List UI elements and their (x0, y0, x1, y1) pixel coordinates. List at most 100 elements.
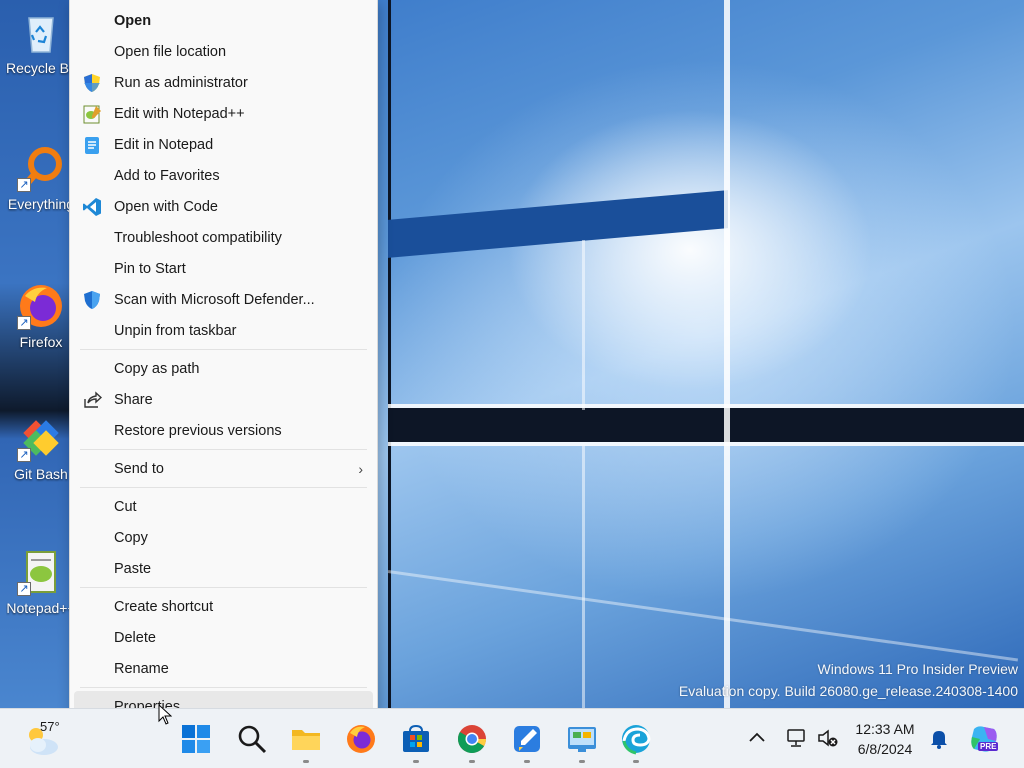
shortcut-arrow-icon: ↗ (17, 582, 31, 596)
mouse-pointer-icon (158, 704, 172, 725)
running-indicator (633, 760, 639, 763)
menu-item-pin-to-start[interactable]: Pin to Start (70, 253, 377, 284)
file-explorer-button[interactable] (290, 723, 322, 763)
menu-separator (80, 349, 367, 350)
running-indicator (303, 760, 309, 763)
desktop-icon-label: Everything (7, 196, 75, 212)
control-panel-icon (568, 727, 596, 752)
control-panel-button[interactable] (566, 723, 598, 763)
firefox-button[interactable] (345, 723, 377, 755)
desktop-icon-label: Firefox (19, 334, 63, 350)
volume-button[interactable] (817, 727, 839, 749)
menu-item-label: Scan with Microsoft Defender... (114, 291, 315, 308)
taskbar: 57° 12:33 AM 6/8/2024 PRE (0, 708, 1024, 768)
menu-item-label: Copy (114, 529, 148, 546)
network-icon (787, 729, 805, 747)
notepad-icon (82, 135, 102, 155)
recycle-bin-icon (17, 8, 65, 56)
edge-button[interactable] (620, 723, 652, 763)
copilot-button[interactable]: PRE (968, 723, 1000, 755)
menu-item-run-as-admin[interactable]: Run as administrator (70, 67, 377, 98)
running-indicator (469, 760, 475, 763)
firefox-icon (347, 725, 375, 753)
menu-item-copy-as-path[interactable]: Copy as path (70, 353, 377, 384)
taskbar-clock[interactable]: 12:33 AM 6/8/2024 (850, 719, 920, 759)
menu-item-delete[interactable]: Delete (70, 622, 377, 653)
everything-search-icon: ↗ (17, 144, 65, 192)
menu-item-share[interactable]: Share (70, 384, 377, 415)
desktop-icon-label: Git Bash (14, 466, 68, 482)
menu-item-rename[interactable]: Rename (70, 653, 377, 684)
clock-time: 12:33 AM (855, 721, 915, 737)
search-button[interactable] (236, 723, 268, 755)
menu-item-label: Add to Favorites (114, 167, 220, 184)
menu-item-label: Share (114, 391, 153, 408)
menu-item-edit-notepad[interactable]: Edit in Notepad (70, 129, 377, 160)
menu-item-copy[interactable]: Copy (70, 522, 377, 553)
menu-item-create-shortcut[interactable]: Create shortcut (70, 591, 377, 622)
paint-button[interactable] (511, 723, 543, 763)
clock-date: 6/8/2024 (857, 741, 913, 757)
menu-item-label: Paste (114, 560, 152, 577)
menu-item-label: Copy as path (114, 360, 200, 377)
running-indicator (413, 760, 419, 763)
wallpaper-window (387, 0, 1024, 708)
desktop-icon-firefox[interactable]: ↗ Firefox (6, 282, 76, 350)
menu-item-open-with-code[interactable]: Open with Code (70, 191, 377, 222)
menu-item-label: Edit in Notepad (114, 136, 214, 153)
store-icon (403, 724, 429, 752)
menu-item-label: Rename (114, 660, 169, 677)
menu-item-troubleshoot[interactable]: Troubleshoot compatibility (70, 222, 377, 253)
chevron-up-icon (749, 732, 765, 742)
menu-item-label: Send to (114, 460, 164, 477)
menu-item-label: Open with Code (114, 198, 218, 215)
menu-item-paste[interactable]: Paste (70, 553, 377, 584)
menu-item-label: Pin to Start (114, 260, 186, 277)
copilot-preview-badge: PRE (978, 742, 999, 751)
windows-logo-icon (182, 725, 210, 753)
chrome-icon (458, 725, 486, 753)
start-button[interactable] (180, 723, 212, 755)
desktop-icon-recycle-bin[interactable]: Recycle Bin (6, 8, 76, 76)
desktop-icon-label: Recycle Bin (6, 60, 76, 76)
menu-item-cut[interactable]: Cut (70, 491, 377, 522)
menu-item-label: Open (114, 12, 152, 29)
desktop-icon-everything[interactable]: ↗ Everything (6, 144, 76, 212)
menu-item-open[interactable]: Open (70, 5, 377, 36)
chrome-button[interactable] (456, 723, 488, 763)
menu-separator (80, 687, 367, 688)
show-hidden-icons-button[interactable] (746, 727, 768, 749)
notification-button[interactable] (928, 727, 950, 749)
menu-item-restore-versions[interactable]: Restore previous versions (70, 415, 377, 446)
share-icon (82, 390, 103, 410)
menu-item-label: Open file location (114, 43, 227, 60)
menu-separator (80, 587, 367, 588)
edge-icon (622, 725, 651, 755)
context-menu: Open Open file location Run as administr… (69, 0, 378, 728)
desktop-icon-git-bash[interactable]: ↗ Git Bash (6, 414, 76, 482)
watermark-build: Evaluation copy. Build 26080.ge_release.… (678, 683, 1018, 699)
network-button[interactable] (785, 727, 807, 749)
weather-temperature: 57° (40, 719, 60, 734)
bell-icon (931, 731, 947, 749)
menu-item-send-to[interactable]: Send to › (70, 453, 377, 484)
shortcut-arrow-icon: ↗ (17, 316, 31, 330)
menu-item-label: Create shortcut (114, 598, 214, 615)
menu-item-label: Cut (114, 498, 137, 515)
menu-item-label: Restore previous versions (114, 422, 282, 439)
running-indicator (579, 760, 585, 763)
menu-item-unpin-taskbar[interactable]: Unpin from taskbar (70, 315, 377, 346)
menu-item-edit-notepadpp[interactable]: Edit with Notepad++ (70, 98, 377, 129)
menu-item-add-favorites[interactable]: Add to Favorites (70, 160, 377, 191)
notepadpp-icon: ↗ (17, 548, 65, 596)
menu-item-label: Delete (114, 629, 156, 646)
uac-shield-icon (82, 73, 102, 93)
menu-item-label: Edit with Notepad++ (114, 105, 245, 122)
microsoft-store-button[interactable] (400, 723, 432, 763)
desktop-icon-notepadpp[interactable]: ↗ Notepad++ (6, 548, 76, 616)
chevron-right-icon: › (358, 461, 363, 477)
folder-icon (292, 730, 320, 750)
shortcut-arrow-icon: ↗ (17, 448, 31, 462)
menu-item-open-file-location[interactable]: Open file location (70, 36, 377, 67)
menu-item-scan-defender[interactable]: Scan with Microsoft Defender... (70, 284, 377, 315)
